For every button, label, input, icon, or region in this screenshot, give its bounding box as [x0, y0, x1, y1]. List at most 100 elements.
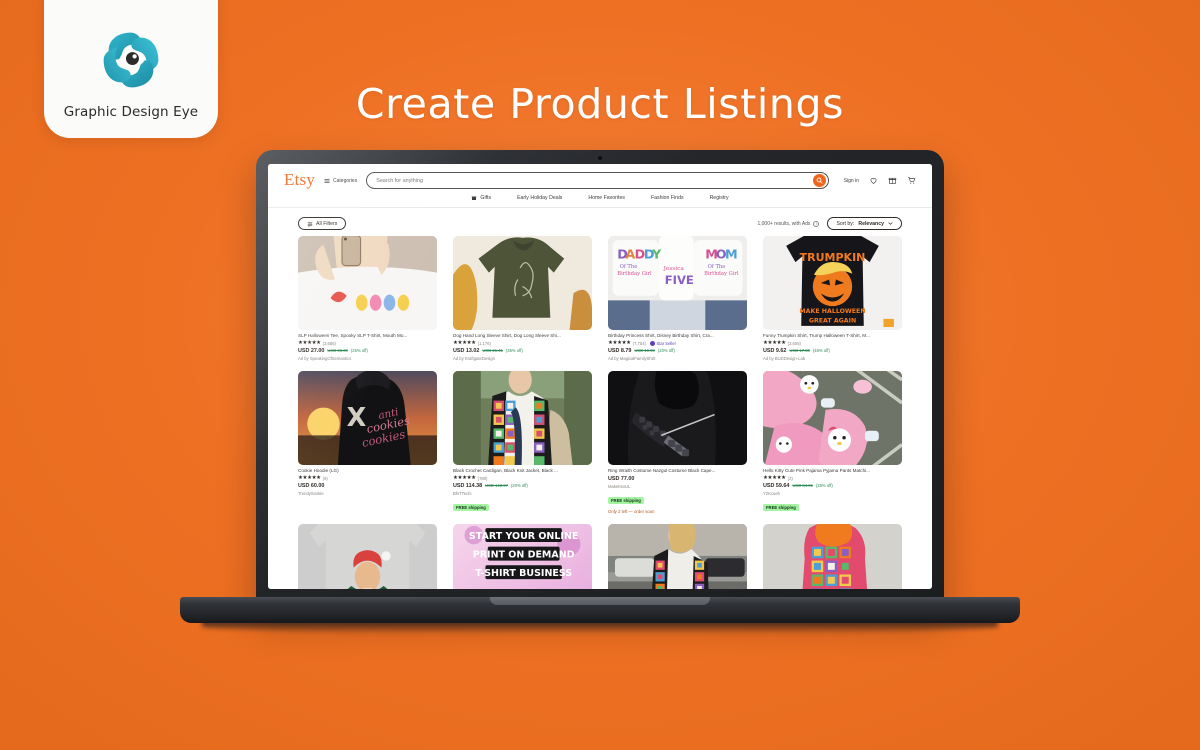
- nav-label: Home Favorites: [588, 195, 625, 201]
- search-bar[interactable]: [366, 172, 829, 189]
- price-discount: (35% off): [505, 348, 523, 354]
- product-image[interactable]: D A D D Y Of The Birthday Girl M O M Of: [608, 236, 747, 330]
- product-seller: TrendySookie: [298, 491, 324, 497]
- search-icon: [816, 177, 823, 184]
- product-card[interactable]: Ring Wraith Costume Nazgul Costume Black…: [608, 371, 747, 514]
- product-image[interactable]: [763, 524, 902, 589]
- cart-icon[interactable]: [907, 176, 916, 185]
- gift-icon: [472, 196, 477, 200]
- sort-value: Relevancy: [858, 220, 884, 227]
- product-card[interactable]: Dog Hand Long Sleeve Shirt, Dog Long Sle…: [453, 236, 592, 361]
- rainbow-hooded-cardigan-photo: [763, 524, 902, 589]
- product-image[interactable]: START YOUR ONLINE PRINT ON DEMAND T-SHIR…: [453, 524, 592, 589]
- nav-item-gifts[interactable]: Gifts: [471, 195, 491, 201]
- product-price: USD 9.62 USD 17.86 (46% off): [763, 348, 902, 354]
- sort-prefix: Sort by:: [836, 220, 855, 227]
- colorful-crochet-street-photo: [608, 524, 747, 589]
- svg-text:M: M: [725, 248, 738, 263]
- product-card[interactable]: Hello Kitty Cute Pink Pajama Pyjama Pant…: [763, 371, 902, 514]
- price-original: USD 36.00: [327, 348, 348, 354]
- price-discount: (25% off): [350, 348, 368, 354]
- product-card[interactable]: [298, 524, 437, 589]
- product-card[interactable]: [763, 524, 902, 589]
- product-image[interactable]: [453, 236, 592, 330]
- product-card[interactable]: Black Crochet Cardigan, Black Knit Jacke…: [453, 371, 592, 514]
- product-grid: SLP Halloween Tee, Spooky SLP T-Shirt, M…: [268, 236, 932, 514]
- sign-in-link[interactable]: Sign in: [844, 178, 859, 184]
- nav-item-fashion-finds[interactable]: Fashion Finds: [651, 195, 684, 201]
- site-header: Etsy Categories Search for anything Sign…: [268, 164, 932, 208]
- price-original: USD 17.86: [789, 348, 810, 354]
- etsy-logo[interactable]: Etsy: [284, 171, 315, 190]
- sort-dropdown[interactable]: Sort by: Relevancy: [827, 217, 902, 230]
- product-card[interactable]: anti cookies cookies X Cookie Hoodie (LG…: [298, 371, 437, 514]
- price-current: USD 114.38: [453, 483, 483, 490]
- price-current: USD 13.02: [453, 348, 480, 355]
- star-rating-icon: ★★★★★: [763, 339, 786, 346]
- product-title: Hello Kitty Cute Pink Pajama Pyjama Pant…: [763, 468, 870, 474]
- product-card[interactable]: D A D D Y Of The Birthday Girl M O M Of: [608, 236, 747, 361]
- product-image[interactable]: [608, 524, 747, 589]
- nav-item-home-favorites[interactable]: Home Favorites: [588, 195, 625, 201]
- heart-icon[interactable]: [869, 176, 878, 185]
- nav-label: Gifts: [480, 195, 492, 201]
- product-image[interactable]: TRUMPKIN MAKE HALLOWEEN GREAT AGAIN: [763, 236, 902, 330]
- hello-kitty-pajamas-photo: [763, 371, 902, 466]
- product-image[interactable]: [608, 371, 747, 466]
- nav-item-early-holiday-deals[interactable]: Early Holiday Deals: [517, 195, 562, 201]
- product-card[interactable]: SLP Halloween Tee, Spooky SLP T-Shirt, M…: [298, 236, 437, 361]
- price-discount: (20% off): [510, 483, 528, 489]
- product-image[interactable]: [298, 524, 437, 589]
- chevron-down-icon: [888, 222, 893, 225]
- price-original: USD 21.41: [482, 348, 503, 354]
- price-original: USD 10.99: [634, 348, 655, 354]
- review-count: (7,754): [632, 340, 646, 346]
- review-count: (1,176): [477, 340, 491, 346]
- svg-text:MAKE HALLOWEEN: MAKE HALLOWEEN: [799, 308, 865, 315]
- free-shipping-badge: FREE shipping: [763, 504, 799, 512]
- price-current: USD 59.64: [763, 483, 790, 490]
- price-current: USD 8.79: [608, 348, 632, 355]
- price-discount: (20% off): [657, 348, 675, 354]
- review-count: (3,608): [787, 340, 801, 346]
- svg-text:Of The: Of The: [708, 264, 726, 270]
- product-rating: ★★★★★ (780): [453, 475, 592, 481]
- product-card[interactable]: [608, 524, 747, 589]
- laptop-lid: Etsy Categories Search for anything Sign…: [256, 150, 944, 605]
- product-image[interactable]: [763, 371, 902, 466]
- gift-icon[interactable]: [888, 176, 897, 185]
- product-title: SLP Halloween Tee, Spooky SLP T-Shirt, M…: [298, 333, 408, 338]
- product-card[interactable]: START YOUR ONLINE PRINT ON DEMAND T-SHIR…: [453, 524, 592, 589]
- product-grid-row-partial: START YOUR ONLINE PRINT ON DEMAND T-SHIR…: [268, 524, 932, 589]
- results-count: 1,000+ results, with Ads i: [757, 220, 820, 227]
- all-filters-button[interactable]: All Filters: [298, 217, 347, 230]
- price-current: USD 77.00: [608, 475, 635, 482]
- product-price: USD 114.38 USD 142.97 (20% off): [453, 483, 592, 489]
- info-icon[interactable]: i: [813, 220, 820, 227]
- star-seller-label: Star Seller: [656, 340, 677, 346]
- product-price: USD 77.00: [608, 476, 747, 482]
- product-card[interactable]: TRUMPKIN MAKE HALLOWEEN GREAT AGAIN Funn…: [763, 236, 902, 361]
- birthday-princess-shirts-photo: D A D D Y Of The Birthday Girl M O M Of: [608, 236, 747, 330]
- price-discount: (46% off): [812, 348, 830, 354]
- header-account-actions: Sign in: [838, 176, 916, 185]
- product-image[interactable]: [453, 371, 592, 466]
- product-seller: Ad by KraftgateDesign: [453, 356, 495, 362]
- product-title: Black Crochet Cardigan, Black Knit Jacke…: [453, 468, 558, 474]
- search-input[interactable]: [376, 177, 813, 184]
- search-button[interactable]: [812, 174, 826, 187]
- product-seller: Ad by SpeakingOfSemantics: [298, 356, 352, 362]
- price-original: USD 142.97: [485, 483, 508, 489]
- product-image[interactable]: anti cookies cookies X: [298, 371, 437, 466]
- svg-text:Birthday Girl: Birthday Girl: [617, 271, 652, 277]
- product-seller: BfsTTechi: [453, 491, 472, 497]
- svg-text:Birthday Girl: Birthday Girl: [704, 271, 739, 277]
- categories-button[interactable]: Categories: [324, 178, 357, 184]
- product-price: USD 13.02 USD 21.41 (35% off): [453, 348, 592, 354]
- svg-text:Y: Y: [651, 248, 662, 263]
- santa-trump-grey-tee-photo: [298, 524, 437, 589]
- product-image[interactable]: [298, 236, 437, 330]
- nav-item-registry[interactable]: Registry: [710, 195, 729, 201]
- product-title: Dog Hand Long Sleeve Shirt, Dog Long Sle…: [453, 333, 561, 338]
- product-seller: MakeItsoUL: [608, 483, 631, 489]
